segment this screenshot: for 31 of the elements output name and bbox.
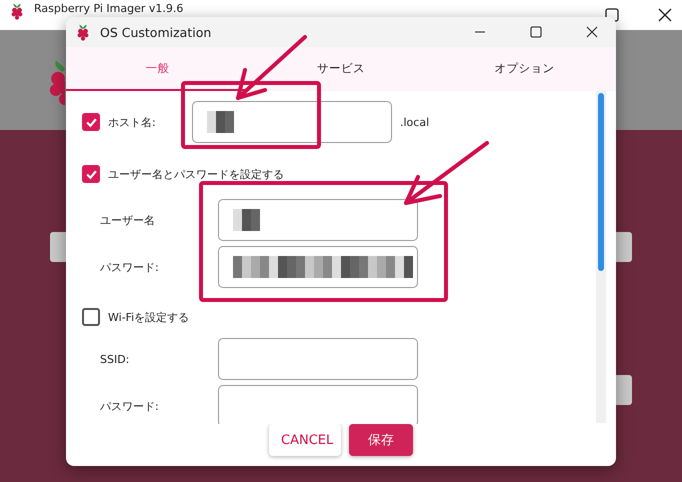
scrollbar[interactable] bbox=[596, 91, 606, 423]
checkbox-label: Wi-Fiを設定する bbox=[108, 310, 190, 324]
checkbox[interactable] bbox=[82, 165, 100, 183]
field-label: パスワード: bbox=[100, 398, 160, 414]
input-field[interactable] bbox=[218, 199, 418, 241]
input-field[interactable] bbox=[218, 385, 418, 424]
scrollbar-thumb[interactable] bbox=[598, 93, 604, 271]
input-field[interactable] bbox=[192, 101, 392, 143]
checkbox[interactable] bbox=[82, 308, 100, 326]
cancel-button[interactable]: CANCEL bbox=[269, 424, 341, 456]
field-label: パスワード: bbox=[100, 260, 160, 274]
dialog-title: OS Customization bbox=[100, 24, 212, 40]
input-field[interactable] bbox=[218, 338, 418, 380]
pixelated-value bbox=[207, 111, 234, 133]
input-field[interactable] bbox=[218, 246, 418, 288]
domain-suffix: .local bbox=[400, 116, 430, 128]
tab[interactable]: オプション bbox=[432, 47, 616, 91]
arrow-annotation bbox=[236, 35, 307, 100]
tab[interactable]: 一般 bbox=[66, 47, 250, 91]
window-title: Raspberry Pi Imager v1.9.6 bbox=[34, 2, 184, 15]
field-label: ユーザー名 bbox=[100, 212, 156, 228]
pixelated-value bbox=[233, 209, 260, 231]
tab[interactable]: サービス bbox=[249, 47, 433, 91]
close-icon[interactable] bbox=[656, 6, 674, 24]
save-button[interactable]: 保存 bbox=[349, 424, 413, 456]
checkbox[interactable] bbox=[82, 113, 100, 131]
field-label: SSID: bbox=[100, 352, 130, 366]
checkbox-label: ユーザー名とパスワードを設定する bbox=[108, 166, 284, 182]
close-icon[interactable] bbox=[586, 26, 598, 38]
maximize-icon[interactable] bbox=[530, 26, 542, 38]
checkbox-label: ホスト名: bbox=[108, 114, 157, 130]
